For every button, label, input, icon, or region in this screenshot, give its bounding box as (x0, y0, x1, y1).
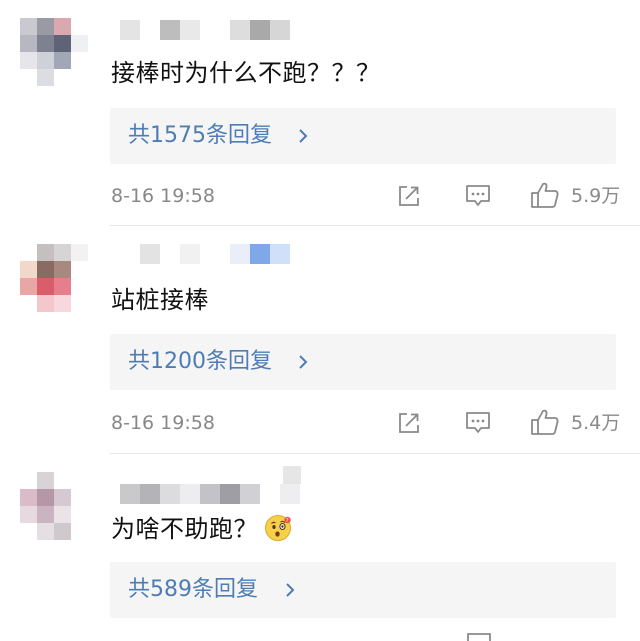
avatar[interactable] (20, 244, 88, 312)
username[interactable] (120, 244, 290, 264)
chevron-right-icon (299, 355, 308, 369)
view-replies-button[interactable]: 共1200条回复 (110, 334, 616, 390)
comment-item: 接棒时为什么不跑？？？ 共1575条回复 8-16 19:58 5.9万 (0, 0, 640, 226)
avatar[interactable] (20, 472, 88, 540)
share-button[interactable] (397, 411, 421, 435)
replies-count-label: 共1575条回复 (128, 123, 272, 148)
thinking-face-emoji-icon: ? (265, 515, 291, 541)
like-button[interactable] (530, 181, 560, 209)
comment-feed: 接棒时为什么不跑？？？ 共1575条回复 8-16 19:58 5.9万 站桩接… (0, 0, 640, 641)
comment-item: 站桩接棒 共1200条回复 8-16 19:58 5.4万 (0, 226, 640, 454)
comment-button[interactable] (465, 184, 491, 208)
replies-count-label: 共1200条回复 (128, 349, 272, 374)
timestamp: 8-16 19:58 (111, 412, 215, 434)
username[interactable] (120, 484, 300, 504)
replies-count-label: 共589条回复 (128, 577, 258, 602)
chevron-right-icon (299, 129, 308, 143)
comment-icon (466, 632, 492, 641)
like-count: 5.4万 (571, 412, 621, 434)
timestamp: 8-16 19:58 (111, 185, 215, 207)
username-badge (283, 466, 301, 484)
share-icon (399, 186, 419, 206)
thumbs-up-icon (531, 182, 559, 208)
svg-text:?: ? (286, 518, 289, 524)
comment-text-content: 为啥不助跑？ (111, 515, 258, 543)
comment-text: 接棒时为什么不跑？？？ (111, 59, 381, 87)
username[interactable] (120, 20, 290, 40)
like-count: 5.9万 (571, 185, 621, 207)
share-button[interactable] (397, 184, 421, 208)
comment-text: 为啥不助跑？ ? (111, 514, 292, 544)
chevron-right-icon (286, 583, 295, 597)
like-button[interactable] (530, 408, 560, 436)
comment-icon (466, 412, 490, 433)
share-icon (399, 413, 419, 433)
thumbs-up-icon (531, 409, 559, 435)
comment-text: 站桩接棒 (111, 286, 209, 314)
comment-item: 为啥不助跑？ ? 共589条回复 (0, 454, 640, 641)
avatar[interactable] (20, 18, 88, 86)
comment-button[interactable] (465, 411, 491, 435)
view-replies-button[interactable]: 共589条回复 (110, 562, 616, 618)
view-replies-button[interactable]: 共1575条回复 (110, 108, 616, 164)
comment-icon (466, 185, 490, 206)
